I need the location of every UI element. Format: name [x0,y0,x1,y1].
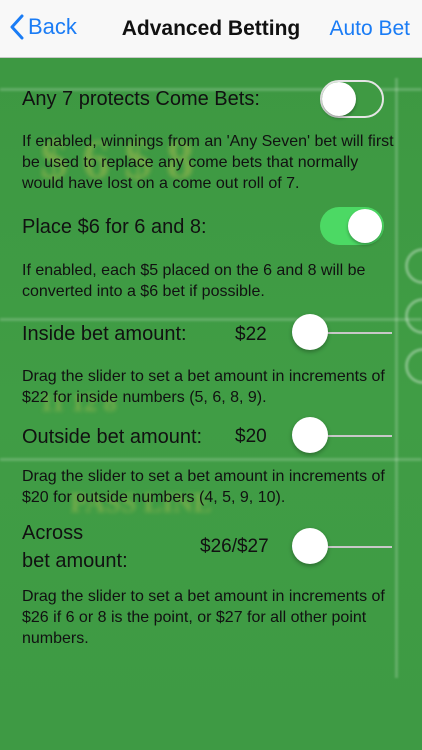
place6-toggle[interactable] [320,207,384,245]
across-description: Drag the slider to set a bet amount in i… [22,588,385,647]
table-line [0,458,422,461]
back-label: Back [28,14,77,39]
across-label-line2: bet amount: [22,550,128,572]
inside-slider[interactable] [292,313,392,353]
any7-toggle[interactable] [320,80,384,118]
toggle-knob [348,209,382,243]
across-slider[interactable] [292,527,392,567]
outside-label: Outside bet amount: [22,426,203,448]
slider-thumb[interactable] [292,314,328,350]
inside-label: Inside bet amount: [22,323,187,345]
any7-description: If enabled, winnings from an 'Any Seven'… [22,133,394,192]
table-marking [405,348,422,384]
auto-bet-button[interactable]: Auto Bet [329,17,410,41]
chevron-left-icon [10,14,24,40]
back-button[interactable]: Back [10,14,77,40]
across-amount: $26/$27 [200,536,269,557]
table-marking [405,298,422,334]
navigation-bar: Back Advanced Betting Auto Bet [0,0,422,58]
slider-thumb[interactable] [292,528,328,564]
slider-thumb[interactable] [292,417,328,453]
toggle-knob [322,82,356,116]
outside-amount: $20 [235,426,267,447]
any7-label: Any 7 protects Come Bets: [22,88,260,110]
place6-description: If enabled, each $5 placed on the 6 and … [22,262,366,300]
outside-slider[interactable] [292,416,392,456]
inside-description: Drag the slider to set a bet amount in i… [22,368,385,406]
place6-label: Place $6 for 6 and 8: [22,216,207,238]
across-label-line1: Across [22,522,84,544]
inside-amount: $22 [235,324,267,345]
outside-description: Drag the slider to set a bet amount in i… [22,468,385,506]
table-marking [405,248,422,284]
